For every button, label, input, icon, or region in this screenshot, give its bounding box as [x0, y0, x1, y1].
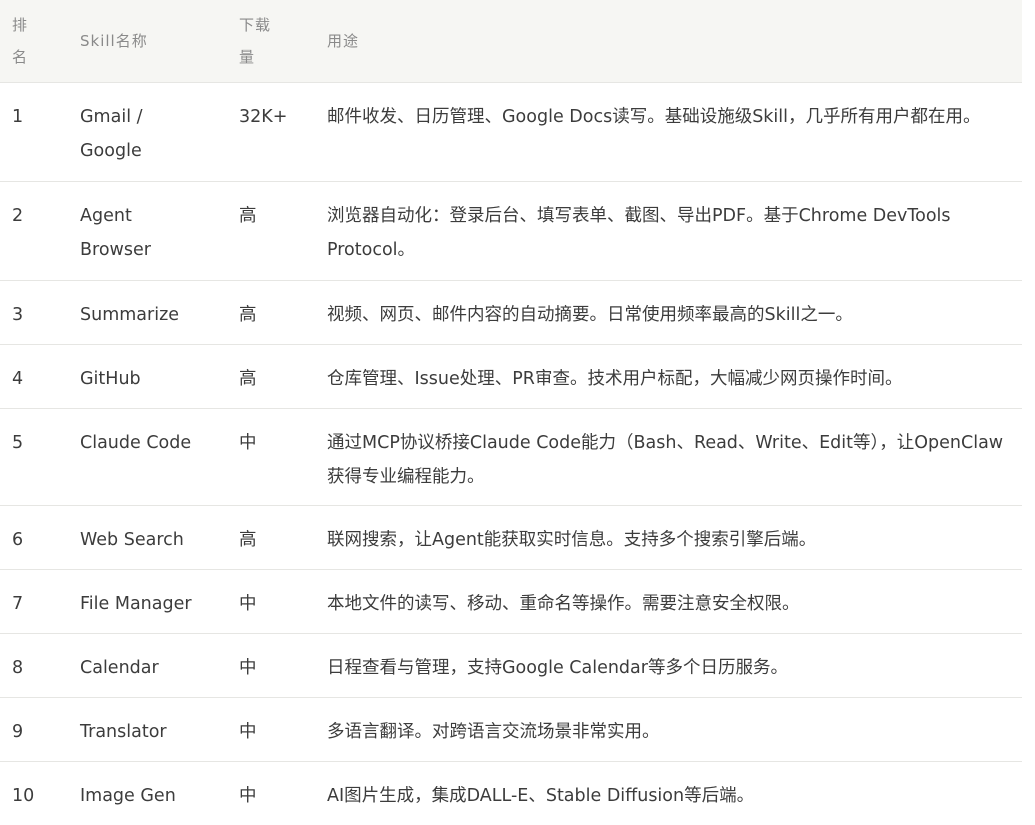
table-row: 10 Image Gen 中 AI图片生成，集成DALL-E、Stable Di… [0, 761, 1022, 825]
table-row: 4 GitHub 高 仓库管理、Issue处理、PR审查。技术用户标配，大幅减少… [0, 344, 1022, 409]
cell-downloads: 中 [227, 697, 315, 762]
cell-rank: 4 [0, 344, 68, 409]
header-skill-name: Skill名称 [68, 0, 227, 83]
table-row: 3 Summarize 高 视频、网页、邮件内容的自动摘要。日常使用频率最高的S… [0, 280, 1022, 345]
cell-usage: 邮件收发、日历管理、Google Docs读写。基础设施级Skill，几乎所有用… [315, 82, 1022, 182]
cell-rank: 2 [0, 181, 68, 281]
cell-usage: AI图片生成，集成DALL-E、Stable Diffusion等后端。 [327, 785, 755, 806]
cell-downloads: 高 [227, 181, 315, 281]
cell-rank: 1 [0, 82, 68, 182]
cell-rank: 5 [0, 408, 68, 506]
cell-skill-name: File Manager [68, 569, 227, 634]
table-header: 排名 Skill名称 下载量 用途 [0, 0, 1022, 83]
header-rank: 排名 [0, 0, 68, 83]
cell-downloads: 中 [239, 785, 257, 806]
table-row: 9 Translator 中 多语言翻译。对跨语言交流场景非常实用。 [0, 697, 1022, 762]
table-row: 5 Claude Code 中 通过MCP协议桥接Claude Code能力（B… [0, 408, 1022, 506]
cell-usage: 浏览器自动化：登录后台、填写表单、截图、导出PDF。基于Chrome DevTo… [315, 181, 1022, 281]
header-usage: 用途 [315, 0, 1022, 83]
cell-usage: 仓库管理、Issue处理、PR审查。技术用户标配，大幅减少网页操作时间。 [315, 344, 1022, 409]
cell-rank: 8 [0, 633, 68, 698]
cell-skill-name: Claude Code [68, 408, 227, 506]
table-row: 8 Calendar 中 日程查看与管理，支持Google Calendar等多… [0, 633, 1022, 698]
cell-skill-name: Gmail / Google [68, 82, 227, 182]
header-row: 排名 Skill名称 下载量 用途 [0, 0, 1022, 83]
cell-skill-name: Agent Browser [68, 181, 227, 281]
cell-usage: 联网搜索，让Agent能获取实时信息。支持多个搜索引擎后端。 [315, 505, 1022, 570]
table-row: 6 Web Search 高 联网搜索，让Agent能获取实时信息。支持多个搜索… [0, 505, 1022, 570]
table-body: 1 Gmail / Google 32K+ 邮件收发、日历管理、Google D… [0, 82, 1022, 825]
cell-skill-name: Web Search [68, 505, 227, 570]
cell-usage: 视频、网页、邮件内容的自动摘要。日常使用频率最高的Skill之一。 [315, 280, 1022, 345]
cell-downloads: 中 [227, 633, 315, 698]
cell-skill-name: Image Gen [80, 785, 176, 806]
table-row: 2 Agent Browser 高 浏览器自动化：登录后台、填写表单、截图、导出… [0, 181, 1022, 281]
cell-skill-name: Summarize [68, 280, 227, 345]
cell-downloads: 32K+ [227, 82, 315, 182]
cell-rank: 3 [0, 280, 68, 345]
cell-rank: 6 [0, 505, 68, 570]
cell-usage: 本地文件的读写、移动、重命名等操作。需要注意安全权限。 [315, 569, 1022, 634]
cell-downloads: 高 [227, 344, 315, 409]
cell-usage: 通过MCP协议桥接Claude Code能力（Bash、Read、Write、E… [315, 408, 1022, 506]
cell-skill-name: Translator [68, 697, 227, 762]
cell-usage: 日程查看与管理，支持Google Calendar等多个日历服务。 [315, 633, 1022, 698]
table-row: 7 File Manager 中 本地文件的读写、移动、重命名等操作。需要注意安… [0, 569, 1022, 634]
cell-downloads: 中 [227, 408, 315, 506]
table-row: 1 Gmail / Google 32K+ 邮件收发、日历管理、Google D… [0, 82, 1022, 182]
cell-skill-name: Calendar [68, 633, 227, 698]
cell-rank: 10 [12, 785, 35, 806]
skills-table: 排名 Skill名称 下载量 用途 1 Gmail / Google 32K+ … [0, 0, 1022, 825]
cell-downloads: 高 [227, 505, 315, 570]
cell-usage: 多语言翻译。对跨语言交流场景非常实用。 [315, 697, 1022, 762]
cell-downloads: 高 [227, 280, 315, 345]
header-downloads: 下载量 [227, 0, 315, 83]
cell-rank: 7 [0, 569, 68, 634]
cell-downloads: 中 [227, 569, 315, 634]
cell-rank: 9 [0, 697, 68, 762]
cell-skill-name: GitHub [68, 344, 227, 409]
